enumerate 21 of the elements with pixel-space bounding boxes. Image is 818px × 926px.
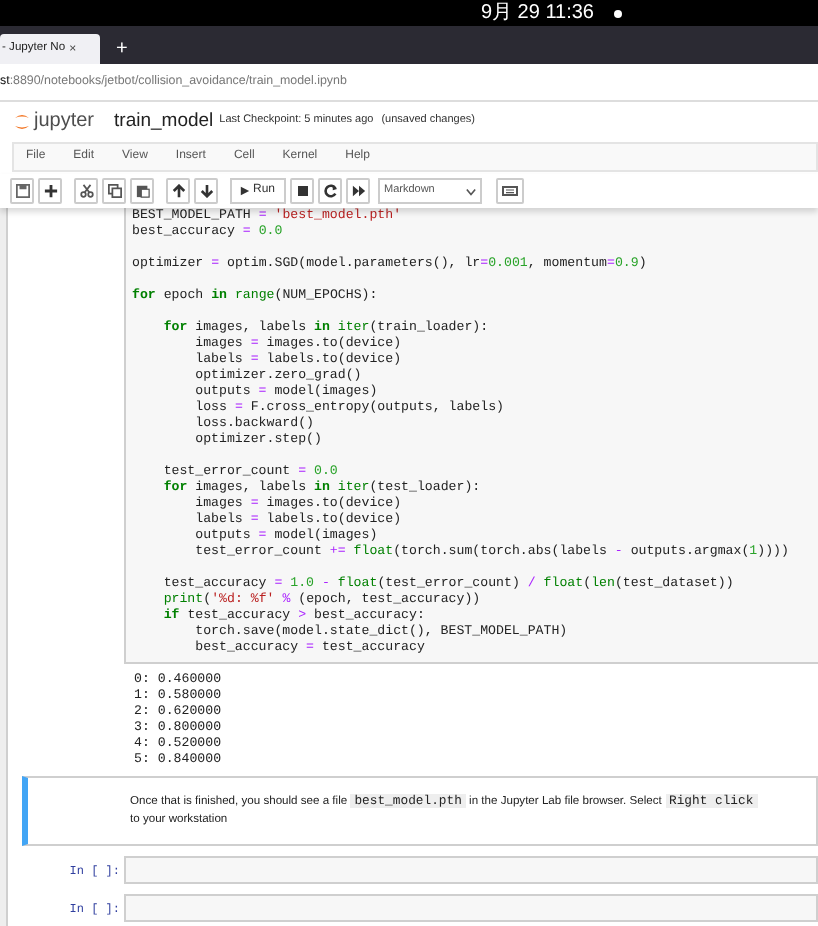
code-input-field[interactable]	[124, 894, 818, 922]
jupyter-logo-text: jupyter	[34, 111, 95, 131]
stop-icon[interactable]	[290, 178, 314, 204]
notebook-name[interactable]: train_model	[114, 111, 214, 131]
jupyter-logo-icon	[14, 111, 30, 131]
arrow-up-icon[interactable]	[166, 178, 190, 204]
play-icon	[240, 186, 251, 196]
chevron-down-icon	[466, 187, 476, 195]
keyboard-icon[interactable]	[496, 178, 524, 204]
new-tab-button[interactable]: +	[116, 40, 128, 60]
fast-forward-icon[interactable]	[346, 178, 370, 204]
save-icon[interactable]	[10, 178, 34, 204]
restart-icon[interactable]	[318, 178, 342, 204]
arrow-down-icon[interactable]	[194, 178, 218, 204]
copy-icon[interactable]	[102, 178, 126, 204]
add-icon[interactable]	[38, 178, 62, 204]
code-input-field[interactable]	[124, 856, 818, 884]
clock: 9月 29 11:36	[480, 3, 594, 23]
paste-icon[interactable]	[130, 178, 154, 204]
cut-icon[interactable]	[74, 178, 98, 204]
code-cell[interactable]	[124, 208, 818, 664]
